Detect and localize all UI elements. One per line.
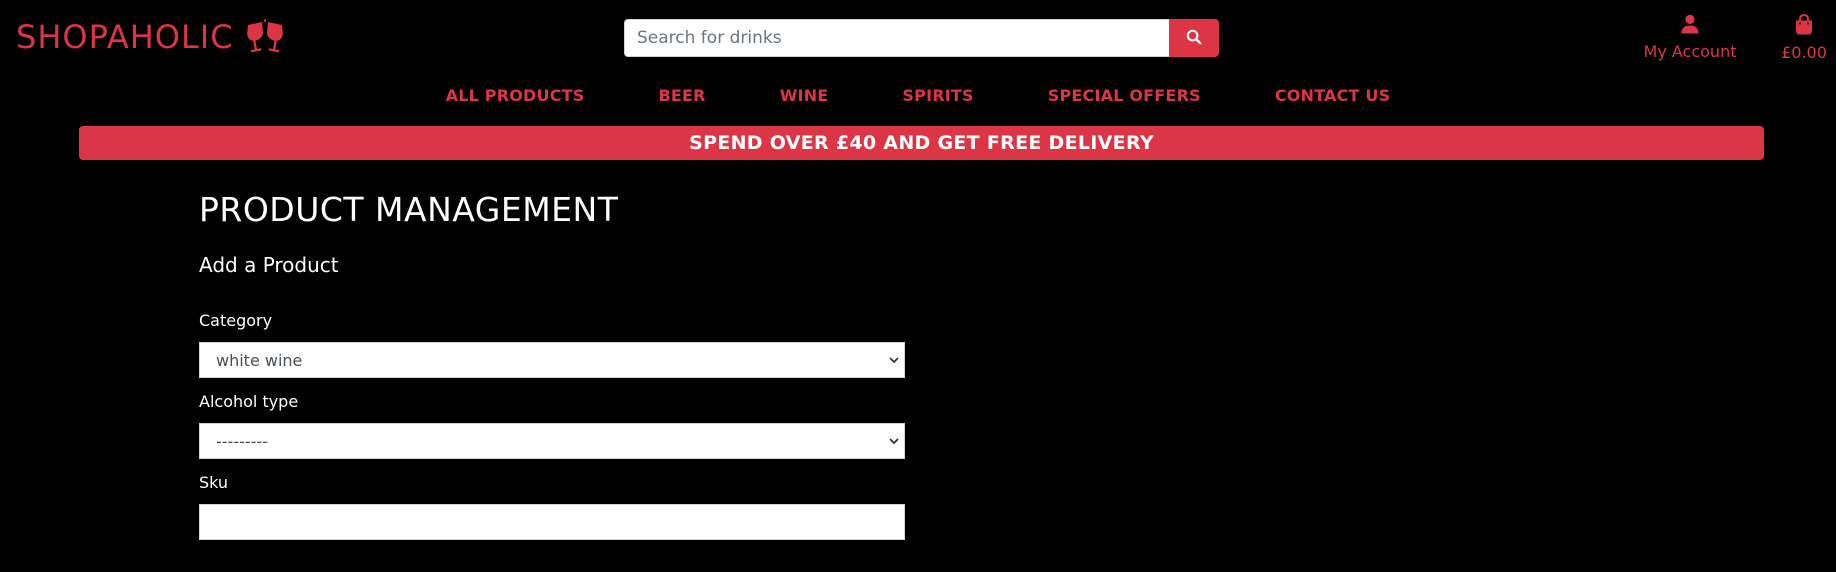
logo-text: SHOPAHOLIC xyxy=(16,18,234,56)
sku-field: Sku xyxy=(199,473,905,540)
nav-all-products[interactable]: ALL PRODUCTS xyxy=(409,86,622,105)
category-field: Category white wine xyxy=(199,311,905,378)
alcohol-type-select-wrap: --------- xyxy=(199,423,905,459)
nav-wine[interactable]: WINE xyxy=(743,86,866,105)
nav-contact-us[interactable]: CONTACT US xyxy=(1238,86,1428,105)
search-input[interactable] xyxy=(624,19,1169,57)
logo-link[interactable]: SHOPAHOLIC xyxy=(16,18,286,56)
my-account-label: My Account xyxy=(1643,42,1737,61)
alcohol-type-select[interactable]: --------- xyxy=(199,423,905,459)
nav-special-offers[interactable]: SPECIAL OFFERS xyxy=(1011,86,1238,105)
category-label: Category xyxy=(199,311,273,330)
alcohol-type-field: Alcohol type --------- xyxy=(199,392,905,459)
alcohol-type-label: Alcohol type xyxy=(199,392,299,411)
sku-label: Sku xyxy=(199,473,229,492)
glasses-cheers-icon xyxy=(244,19,286,55)
main-nav: ALL PRODUCTS BEER WINE SPIRITS SPECIAL O… xyxy=(0,86,1836,105)
category-select-wrap: white wine xyxy=(199,342,905,378)
nav-beer[interactable]: BEER xyxy=(622,86,743,105)
shopping-bag-icon xyxy=(1794,13,1814,40)
search-form xyxy=(624,19,1219,57)
category-select[interactable]: white wine xyxy=(199,342,905,378)
page-title: PRODUCT MANAGEMENT xyxy=(199,190,619,229)
delivery-banner: SPEND OVER £40 AND GET FREE DELIVERY xyxy=(79,126,1764,160)
page-subtitle: Add a Product xyxy=(199,253,339,277)
my-account-link[interactable]: My Account xyxy=(1640,14,1740,61)
user-icon xyxy=(1680,14,1700,39)
delivery-banner-text: SPEND OVER £40 AND GET FREE DELIVERY xyxy=(689,132,1154,154)
page: SHOPAHOLIC Search for drinks My Account … xyxy=(0,0,1836,572)
search-icon xyxy=(1186,29,1202,48)
nav-spirits[interactable]: SPIRITS xyxy=(865,86,1010,105)
sku-input[interactable] xyxy=(199,504,905,540)
bag-total-label: £0.00 xyxy=(1781,43,1827,62)
search-button[interactable] xyxy=(1169,19,1219,57)
main-content: PRODUCT MANAGEMENT Add a Product Categor… xyxy=(199,190,905,554)
shopping-bag-link[interactable]: £0.00 xyxy=(1778,13,1830,62)
